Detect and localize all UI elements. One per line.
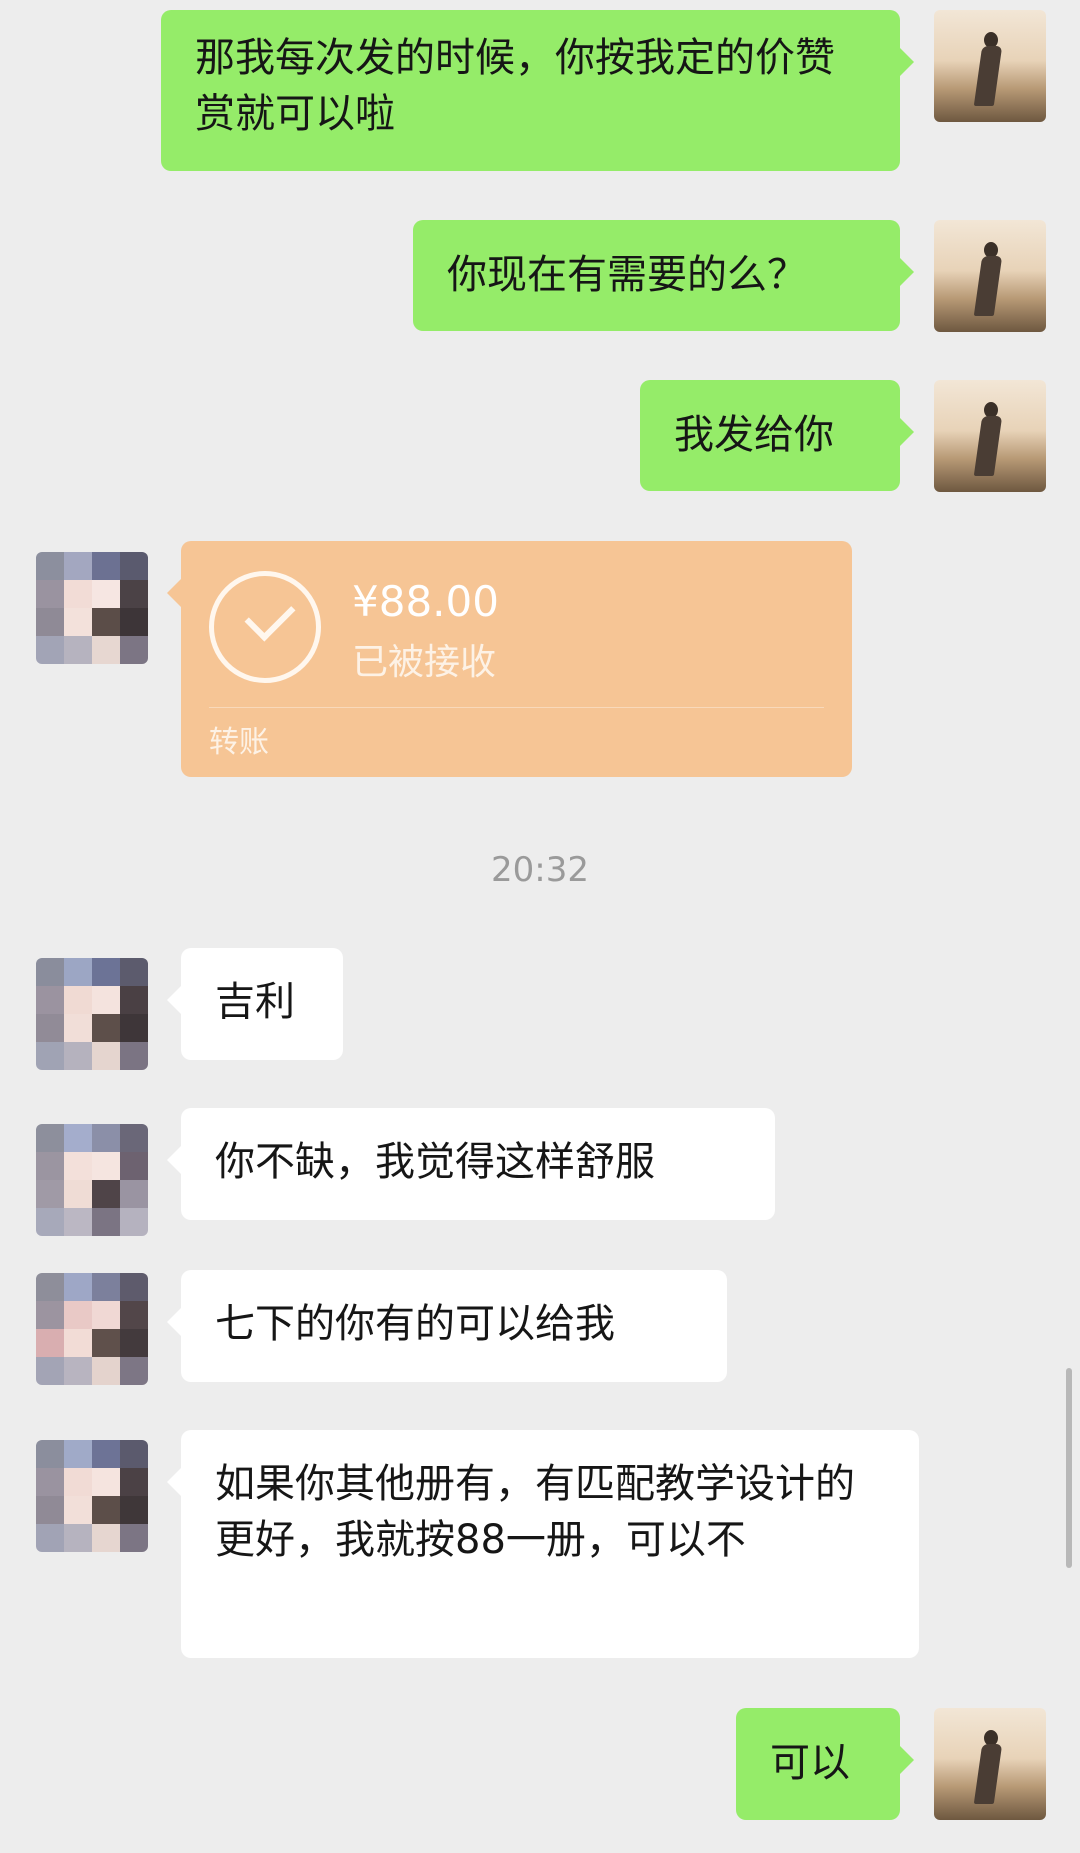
check-circle-icon	[209, 571, 321, 683]
contact-avatar[interactable]	[36, 552, 148, 664]
message-text: 可以	[770, 1740, 850, 1786]
received-message-bubble[interactable]: 如果你其他册有，有匹配教学设计的更好，我就按88一册，可以不	[167, 1430, 919, 1658]
message-text: 你现在有需要的么？	[447, 252, 807, 298]
contact-avatar[interactable]	[36, 958, 148, 1070]
my-avatar[interactable]	[934, 380, 1046, 492]
message-text: 你不缺，我觉得这样舒服	[215, 1139, 655, 1185]
message-text: 如果你其他册有，有匹配教学设计的更好，我就按88一册，可以不	[215, 1461, 855, 1563]
received-message-bubble[interactable]: 七下的你有的可以给我	[167, 1270, 727, 1382]
message-text: 七下的你有的可以给我	[215, 1301, 615, 1347]
sent-message-bubble[interactable]: 那我每次发的时候，你按我定的价赞赏就可以啦	[161, 10, 914, 171]
transfer-status: 已被接收	[352, 642, 497, 683]
my-avatar[interactable]	[934, 220, 1046, 332]
transfer-amount: ¥88.00	[352, 577, 499, 626]
contact-avatar[interactable]	[36, 1273, 148, 1385]
contact-avatar[interactable]	[36, 1124, 148, 1236]
sent-message-bubble[interactable]: 我发给你	[640, 380, 914, 491]
transfer-card[interactable]: ¥88.00 已被接收 转账	[167, 541, 852, 777]
my-avatar[interactable]	[934, 1708, 1046, 1820]
message-text: 吉利	[215, 979, 295, 1025]
divider	[209, 707, 824, 708]
message-text: 那我每次发的时候，你按我定的价赞赏就可以啦	[195, 35, 835, 137]
sent-message-bubble[interactable]: 可以	[736, 1708, 914, 1820]
sent-message-bubble[interactable]: 你现在有需要的么？	[413, 220, 914, 331]
scrollbar[interactable]	[1066, 1368, 1072, 1568]
contact-avatar[interactable]	[36, 1440, 148, 1552]
message-text: 我发给你	[674, 412, 834, 458]
received-message-bubble[interactable]: 吉利	[167, 948, 343, 1060]
timestamp: 20:32	[491, 850, 589, 890]
my-avatar[interactable]	[934, 10, 1046, 122]
transfer-label: 转账	[209, 725, 269, 760]
received-message-bubble[interactable]: 你不缺，我觉得这样舒服	[167, 1108, 775, 1220]
